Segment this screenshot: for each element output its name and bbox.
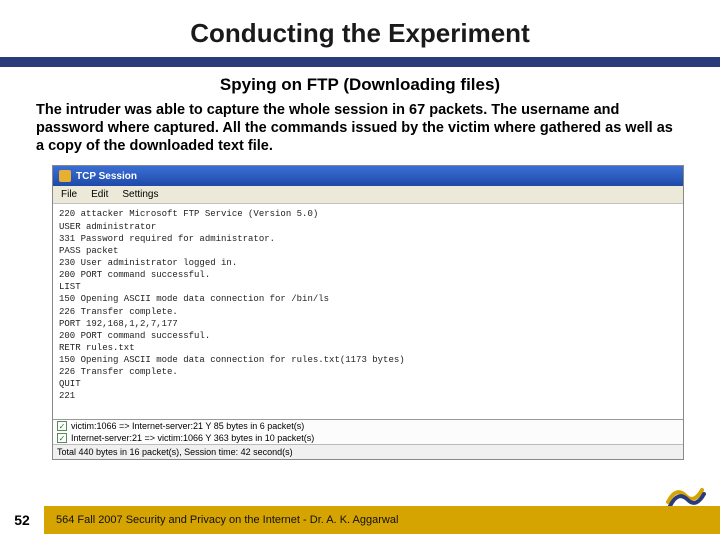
- menu-file[interactable]: File: [61, 189, 77, 200]
- menu-bar: File Edit Settings: [53, 186, 683, 204]
- menu-edit[interactable]: Edit: [91, 189, 108, 200]
- summary-row: ✓ Internet-server:21 => victim:1066 Y 36…: [53, 432, 683, 444]
- session-log: 220 attacker Microsoft FTP Service (Vers…: [53, 204, 683, 406]
- checkbox-icon[interactable]: ✓: [57, 421, 67, 431]
- app-icon: [59, 170, 71, 182]
- window-titlebar: TCP Session: [53, 166, 683, 186]
- summary-row: ✓ victim:1066 => Internet-server:21 Y 85…: [53, 420, 683, 432]
- summary-pane: ✓ victim:1066 => Internet-server:21 Y 85…: [53, 419, 683, 459]
- summary-text: victim:1066 => Internet-server:21 Y 85 b…: [71, 421, 304, 431]
- slide-footer: 52 564 Fall 2007 Security and Privacy on…: [0, 500, 720, 540]
- embedded-screenshot: TCP Session File Edit Settings 220 attac…: [52, 165, 684, 460]
- status-bar: Total 440 bytes in 16 packet(s), Session…: [53, 444, 683, 459]
- slide-title: Conducting the Experiment: [0, 0, 720, 57]
- page-number: 52: [0, 512, 44, 528]
- footer-text: 564 Fall 2007 Security and Privacy on th…: [56, 514, 398, 526]
- body-paragraph: The intruder was able to capture the who…: [0, 101, 720, 155]
- checkbox-icon[interactable]: ✓: [57, 433, 67, 443]
- title-underline: [0, 57, 720, 67]
- slide-subtitle: Spying on FTP (Downloading files): [0, 75, 720, 95]
- summary-text: Internet-server:21 => victim:1066 Y 363 …: [71, 433, 314, 443]
- footer-bar: 564 Fall 2007 Security and Privacy on th…: [44, 506, 720, 534]
- menu-settings[interactable]: Settings: [122, 189, 158, 200]
- window-title: TCP Session: [76, 171, 137, 182]
